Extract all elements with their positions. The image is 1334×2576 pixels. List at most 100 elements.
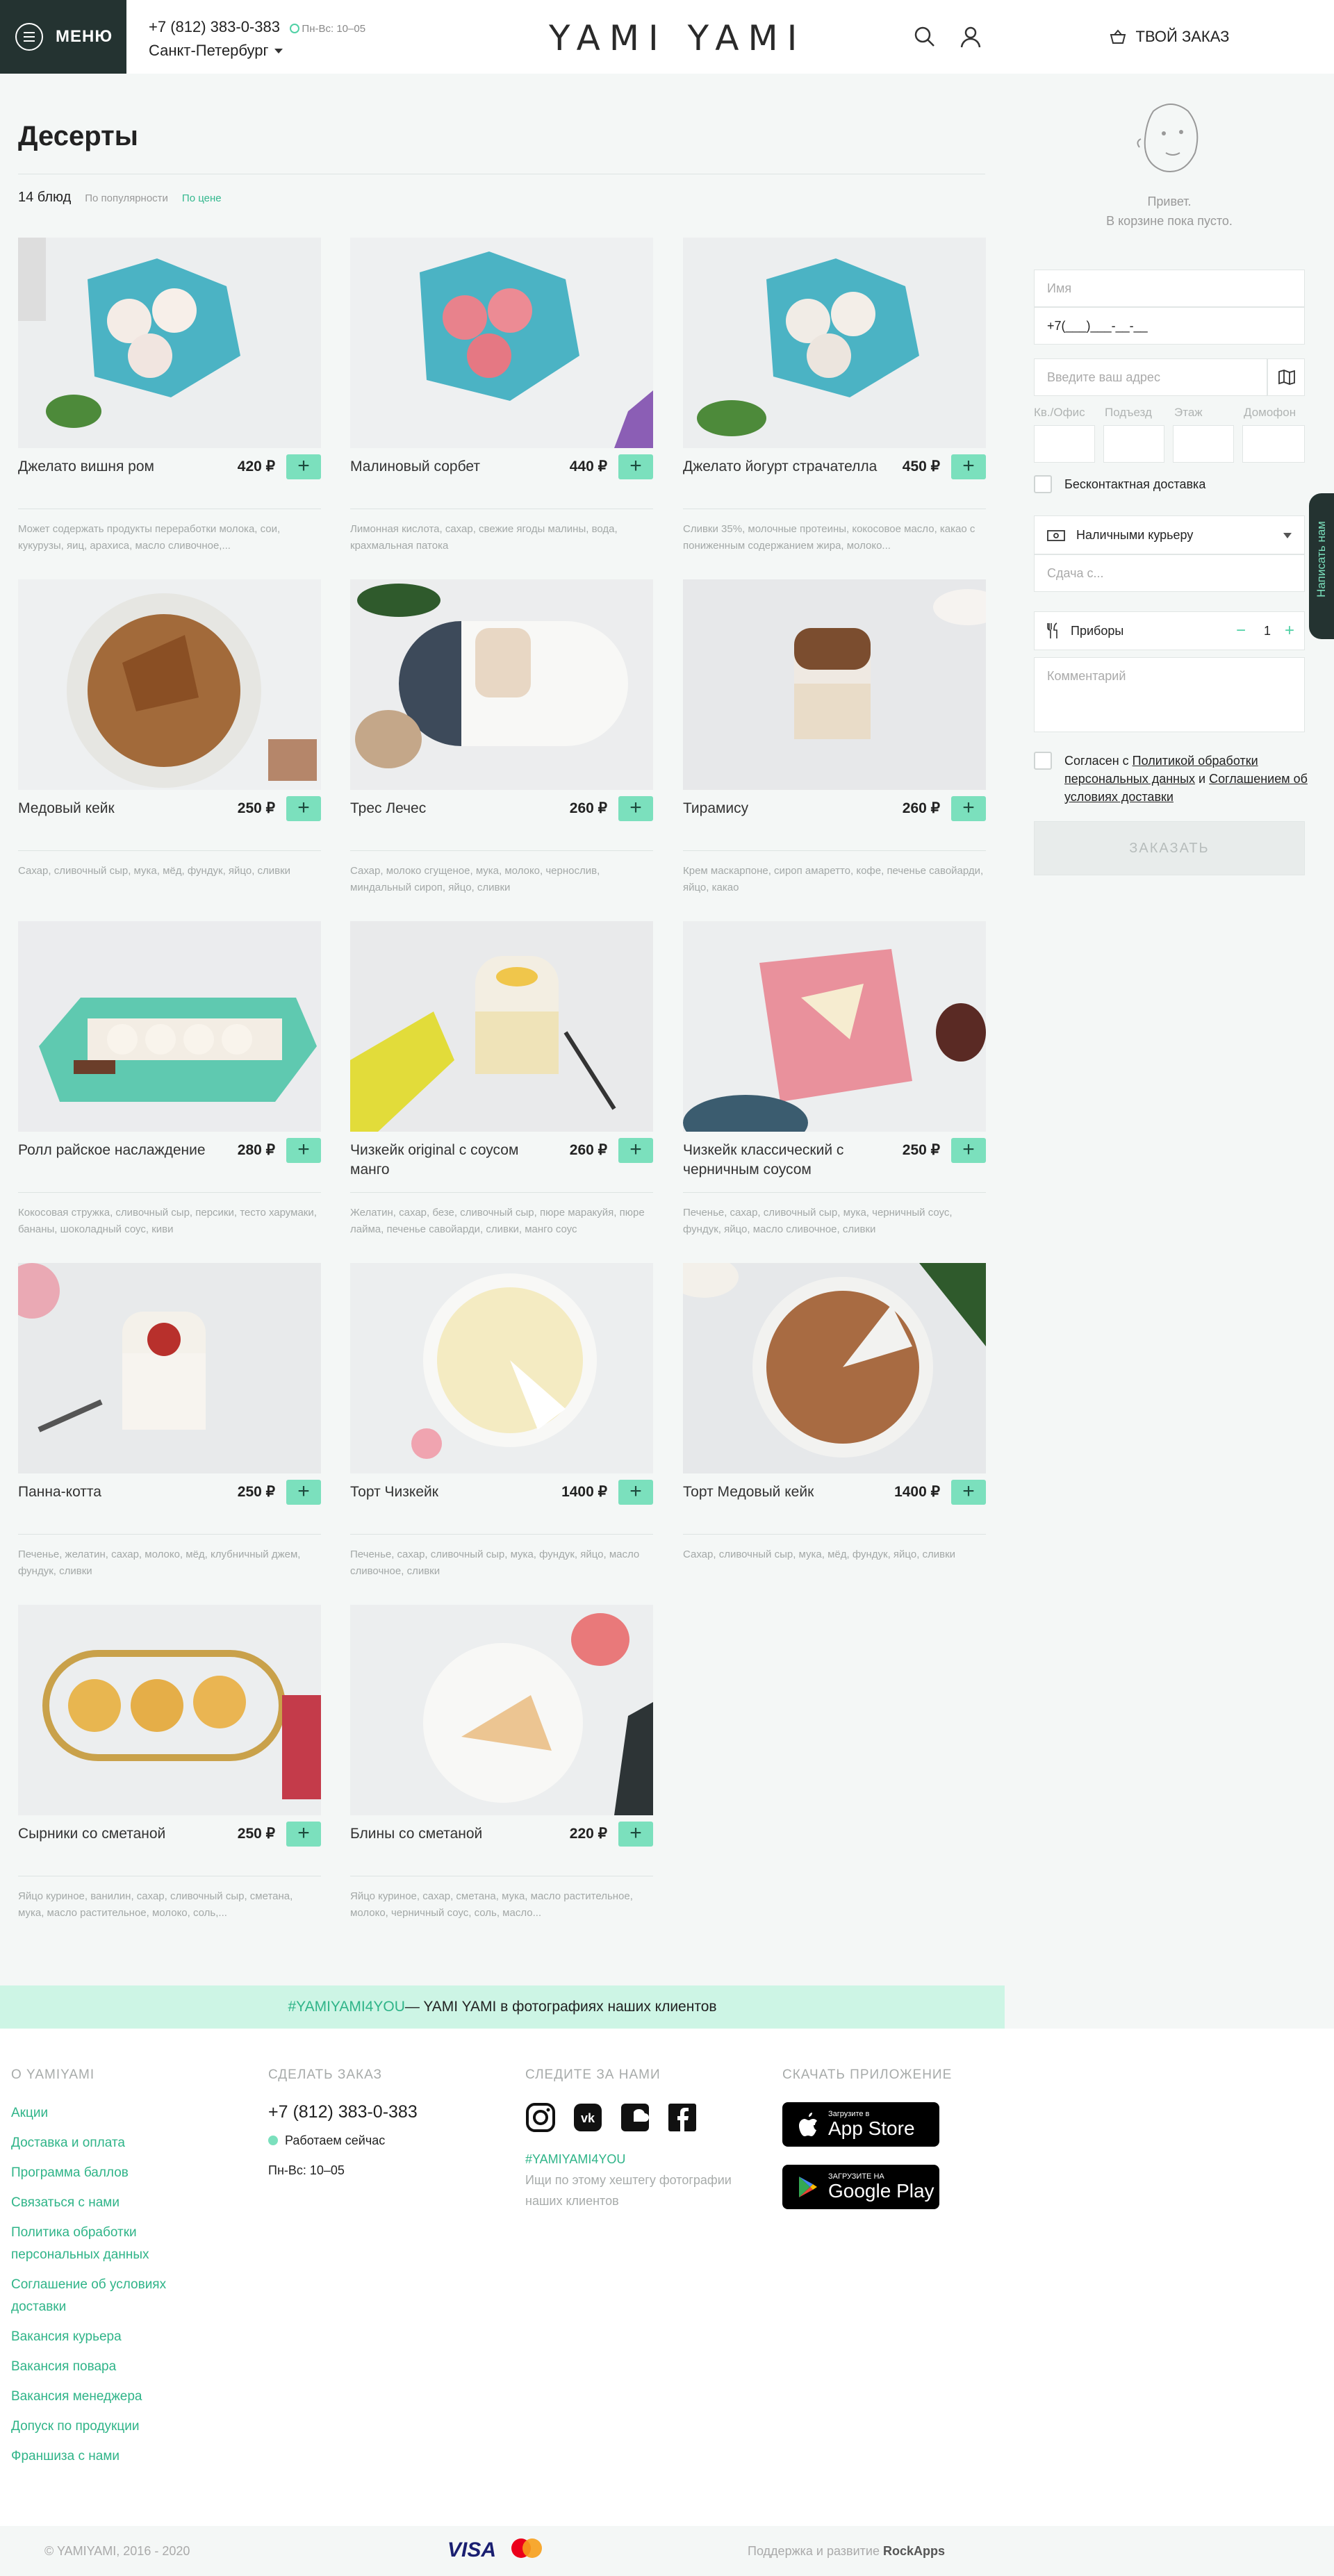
add-to-cart-button[interactable]: + [286,1822,321,1847]
product-name[interactable]: Блины со сметаной [350,1824,552,1844]
product-card[interactable]: Панна-котта 250 ₽ + Печенье, желатин, са… [18,1263,321,1577]
product-name[interactable]: Чизкейк original с соусом манго [350,1141,552,1180]
add-to-cart-button[interactable]: + [286,1480,321,1505]
footer-link-product-access[interactable]: Допуск по продукции [11,2416,178,2438]
floor-field[interactable] [1173,425,1234,463]
footer-link-cook-job[interactable]: Вакансия повара [11,2356,178,2378]
city-selector[interactable]: Санкт-Петербург [149,42,365,60]
product-name[interactable]: Ролл райское наслаждение [18,1141,220,1160]
footer-link-privacy[interactable]: Политика обработки персональных данных [11,2222,178,2266]
contactless-checkbox[interactable] [1034,475,1052,493]
product-card[interactable]: Блины со сметаной 220 ₽ + Яйцо куриное, … [350,1605,653,1919]
footer-link-courier-job[interactable]: Вакансия курьера [11,2326,178,2348]
footer-hashtag[interactable]: #YAMIYAMI4YOU [525,2152,734,2167]
sort-by-popularity[interactable]: По популярности [85,192,168,204]
product-name[interactable]: Торт Чизкейк [350,1483,552,1502]
product-image[interactable] [18,579,321,790]
add-to-cart-button[interactable]: + [618,796,653,821]
cutlery-increment-button[interactable]: + [1285,621,1294,641]
product-card[interactable]: Сырники со сметаной 250 ₽ + Яйцо куриное… [18,1605,321,1919]
product-name[interactable]: Торт Медовый кейк [683,1483,884,1502]
product-image[interactable] [683,579,986,790]
add-to-cart-button[interactable]: + [951,1480,986,1505]
product-image[interactable] [350,579,653,790]
add-to-cart-button[interactable]: + [618,454,653,479]
footer-link-points[interactable]: Программа баллов [11,2162,178,2184]
product-image[interactable] [18,1263,321,1473]
product-image[interactable] [18,1605,321,1815]
facebook-icon[interactable] [667,2102,698,2133]
write-us-tab[interactable]: Написать нам [1309,493,1334,639]
address-field[interactable]: Введите ваш адрес [1034,358,1267,396]
product-image[interactable] [350,238,653,448]
product-card[interactable]: Медовый кейк 250 ₽ + Сахар, сливочный сы… [18,579,321,892]
add-to-cart-button[interactable]: + [286,454,321,479]
vk-icon[interactable]: vk [573,2102,603,2133]
map-button[interactable] [1267,358,1305,396]
product-image[interactable] [350,921,653,1132]
hashtag-banner[interactable]: #YAMIYAMI4YOU — YAMI YAMI в фотографиях … [0,1985,1005,2029]
logo[interactable]: YAMI YAMI [549,18,806,58]
product-name[interactable]: Джелато вишня ром [18,457,220,477]
product-card[interactable]: Малиновый сорбет 440 ₽ + Лимонная кислот… [350,238,653,552]
apt-field[interactable] [1034,425,1095,463]
product-image[interactable] [683,238,986,448]
instagram-icon[interactable] [525,2102,556,2133]
product-image[interactable] [18,921,321,1132]
intercom-field[interactable] [1242,425,1305,463]
footer-link-delivery[interactable]: Доставка и оплата [11,2132,178,2154]
phone-field[interactable]: +7(___)___-__-__ [1034,307,1305,345]
footer-link-terms[interactable]: Соглашение об условиях доставки [11,2274,178,2318]
payment-select[interactable]: Наличными курьеру [1034,515,1305,554]
product-card[interactable]: Торт Медовый кейк 1400 ₽ + Сахар, сливоч… [683,1263,986,1576]
footer-link-franchise[interactable]: Франшиза с нами [11,2445,178,2468]
agree-checkbox[interactable] [1034,752,1052,770]
add-to-cart-button[interactable]: + [618,1822,653,1847]
add-to-cart-button[interactable]: + [286,796,321,821]
name-field[interactable]: Имя [1034,270,1305,307]
sort-by-price[interactable]: По цене [182,192,222,204]
footer-phone[interactable]: +7 (812) 383-0-383 [268,2102,418,2122]
add-to-cart-button[interactable]: + [618,1480,653,1505]
footer-link-manager-job[interactable]: Вакансия менеджера [11,2386,178,2408]
support-name[interactable]: RockApps [883,2544,945,2558]
add-to-cart-button[interactable]: + [286,1138,321,1163]
product-card[interactable]: Джелато йогурт страчателла 450 ₽ + Сливк… [683,238,986,552]
product-card[interactable]: Чизкейк original с соусом манго 260 ₽ + … [350,921,653,1235]
product-name[interactable]: Сырники со сметаной [18,1824,220,1844]
soundcloud-icon[interactable] [620,2102,650,2133]
product-name[interactable]: Малиновый сорбет [350,457,552,477]
product-card[interactable]: Трес Лечес 260 ₽ + Сахар, молоко сгущено… [350,579,653,893]
product-name[interactable]: Чизкейк классический с черничным соусом [683,1141,884,1180]
add-to-cart-button[interactable]: + [618,1138,653,1163]
cutlery-decrement-button[interactable]: − [1236,621,1246,641]
comment-field[interactable]: Комментарий [1034,657,1305,732]
footer-link-promos[interactable]: Акции [11,2102,178,2124]
product-card[interactable]: Джелато вишня ром 420 ₽ + Может содержат… [18,238,321,552]
add-to-cart-button[interactable]: + [951,454,986,479]
product-card[interactable]: Чизкейк классический с черничным соусом … [683,921,986,1235]
product-image[interactable] [18,238,321,448]
product-card[interactable]: Ролл райское наслаждение 280 ₽ + Кокосов… [18,921,321,1235]
product-image[interactable] [683,921,986,1132]
product-card[interactable]: Торт Чизкейк 1400 ₽ + Печенье, сахар, сл… [350,1263,653,1577]
product-name[interactable]: Тирамису [683,799,884,818]
product-name[interactable]: Джелато йогурт страчателла [683,457,884,477]
product-card[interactable]: Тирамису 260 ₽ + Крем маскарпоне, сироп … [683,579,986,893]
menu-button[interactable]: МЕНЮ [0,0,126,74]
change-field[interactable]: Сдача с... [1034,554,1305,592]
product-image[interactable] [350,1605,653,1815]
header-phone[interactable]: +7 (812) 383-0-383 [149,18,280,35]
app-store-button[interactable]: Загрузите в App Store [782,2102,939,2147]
order-button[interactable]: ЗАКАЗАТЬ [1034,821,1305,875]
footer-link-contact[interactable]: Связаться с нами [11,2192,178,2214]
add-to-cart-button[interactable]: + [951,1138,986,1163]
product-name[interactable]: Трес Лечес [350,799,552,818]
product-image[interactable] [683,1263,986,1473]
google-play-button[interactable]: ЗАГРУЗИТЕ НА Google Play [782,2165,939,2209]
add-to-cart-button[interactable]: + [951,796,986,821]
search-icon[interactable] [913,25,937,49]
product-name[interactable]: Медовый кейк [18,799,220,818]
user-icon[interactable] [959,25,982,49]
product-name[interactable]: Панна-котта [18,1483,220,1502]
